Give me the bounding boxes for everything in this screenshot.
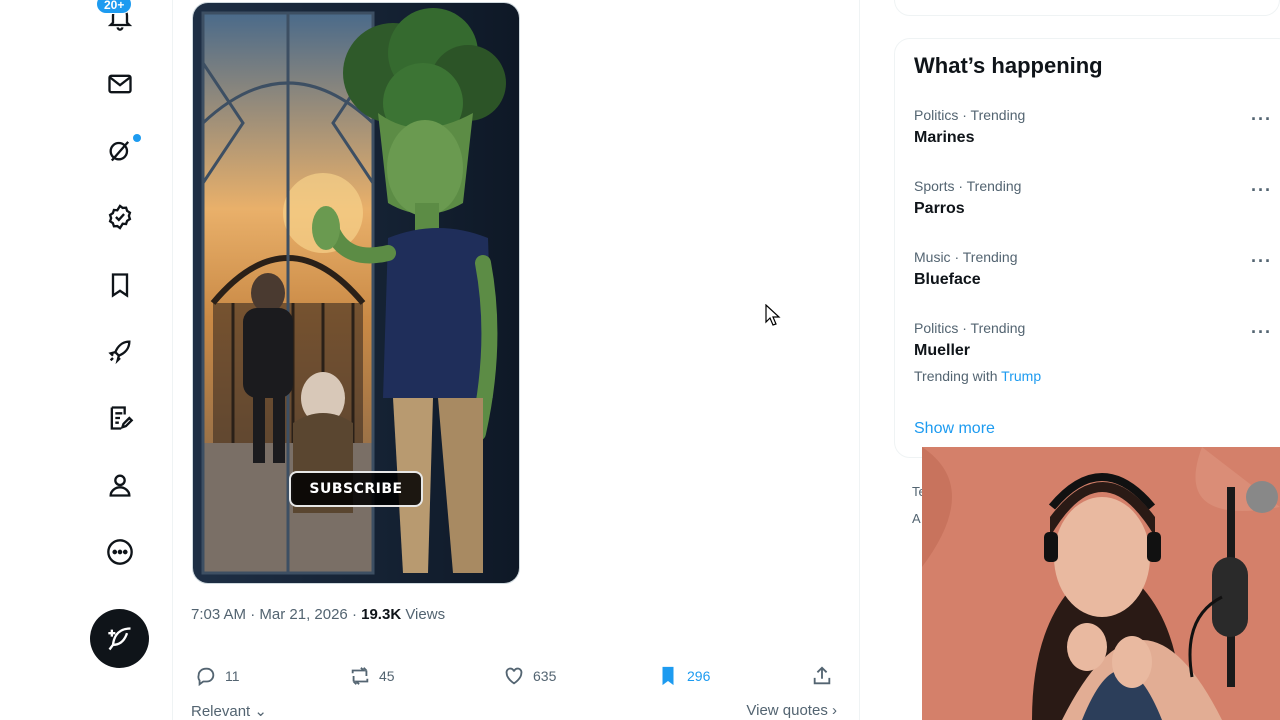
view-quotes-link[interactable]: View quotes › [746,702,837,719]
notifications-badge: 20+ [96,0,133,14]
post-date[interactable]: Mar 21, 2026 [259,606,347,623]
mail-icon[interactable] [100,64,140,104]
feather-plus-icon [107,626,131,650]
reply-sort-label: Relevant [191,703,251,720]
footer-link-fragment[interactable]: A [912,511,921,526]
bookmark-button[interactable]: 296 [657,662,710,690]
bookmark-icon[interactable] [100,265,140,305]
reply-button[interactable]: 11 [195,662,240,690]
profile-icon[interactable] [100,465,140,505]
notes-icon[interactable] [100,398,140,438]
trend-context: Politics · Trending [914,107,1026,123]
share-button[interactable] [811,662,833,690]
post-time[interactable]: 7:03 AM [191,606,246,623]
more-options-icon[interactable]: ··· [1251,109,1272,130]
more-options-icon[interactable]: ··· [1251,251,1272,272]
compose-post-button[interactable] [90,609,149,668]
more-options-icon[interactable]: ··· [1251,322,1272,343]
views-label: Views [405,606,446,623]
bookmark-filled-icon [662,666,674,686]
trend-item[interactable]: Sports · Trending Parros ··· [895,178,1280,242]
trend-name: Marines [914,129,975,146]
share-icon [813,666,831,685]
reply-sort-dropdown[interactable]: Relevant ⌄ [191,702,267,720]
trend-item[interactable]: Politics · Trending Marines ··· [895,107,1280,171]
reply-icon [197,667,215,687]
like-count: 635 [533,668,557,684]
trend-name: Parros [914,200,965,217]
subscribe-overlay-button[interactable]: SUBSCRIBE [289,471,423,507]
trend-context: Sports · Trending [914,178,1022,194]
chevron-down-icon: ⌄ [254,703,267,720]
trend-context: Music · Trending [914,249,1018,265]
meta-separator: · [250,606,256,623]
more-icon[interactable] [100,532,140,572]
new-indicator-dot [133,134,141,142]
webcam-overlay [922,447,1280,720]
show-more-link[interactable]: Show more [914,420,995,438]
view-quotes-label: View quotes [746,702,828,719]
trending-with-prefix: Trending with [914,368,998,384]
reply-count: 11 [225,668,240,684]
mouse-cursor-icon [765,304,781,326]
top-card-fragment [894,0,1280,16]
post-media-image[interactable]: SUBSCRIBE [192,2,520,584]
trend-context: Politics · Trending [914,320,1026,336]
meta-separator: · [351,606,357,623]
repost-count: 45 [379,668,395,684]
views-count: 19.3K [361,606,402,623]
trend-item[interactable]: Music · Trending Blueface ··· [895,249,1280,313]
trend-name: Mueller [914,342,971,359]
chevron-right-icon: › [832,702,837,719]
more-options-icon[interactable]: ··· [1251,180,1272,201]
heart-icon [505,667,523,685]
like-button[interactable]: 635 [503,662,556,690]
panel-title: What’s happening [914,53,1103,78]
post-detail-column: SUBSCRIBE 7:03 AM · Mar 21, 2026 · 19.3K… [172,0,860,720]
bookmark-count: 296 [687,668,711,684]
rocket-icon[interactable] [100,331,140,371]
trending-with: Trending with Trump [914,368,1041,384]
streamer-webcam-image [922,447,1280,720]
trend-item[interactable]: Politics · Trending Mueller Trending wit… [895,320,1280,410]
post-action-bar: 11 45 635 296 [195,662,841,690]
post-metadata: 7:03 AM · Mar 21, 2026 · 19.3K Views [191,606,445,623]
verified-icon[interactable] [100,197,140,237]
repost-icon [351,667,369,685]
repost-button[interactable]: 45 [349,662,395,690]
whats-happening-panel: What’s happening Politics · Trending Mar… [894,38,1280,458]
trending-with-link[interactable]: Trump [1001,368,1041,384]
left-navigation: 20+ [0,0,172,720]
trend-name: Blueface [914,271,981,288]
